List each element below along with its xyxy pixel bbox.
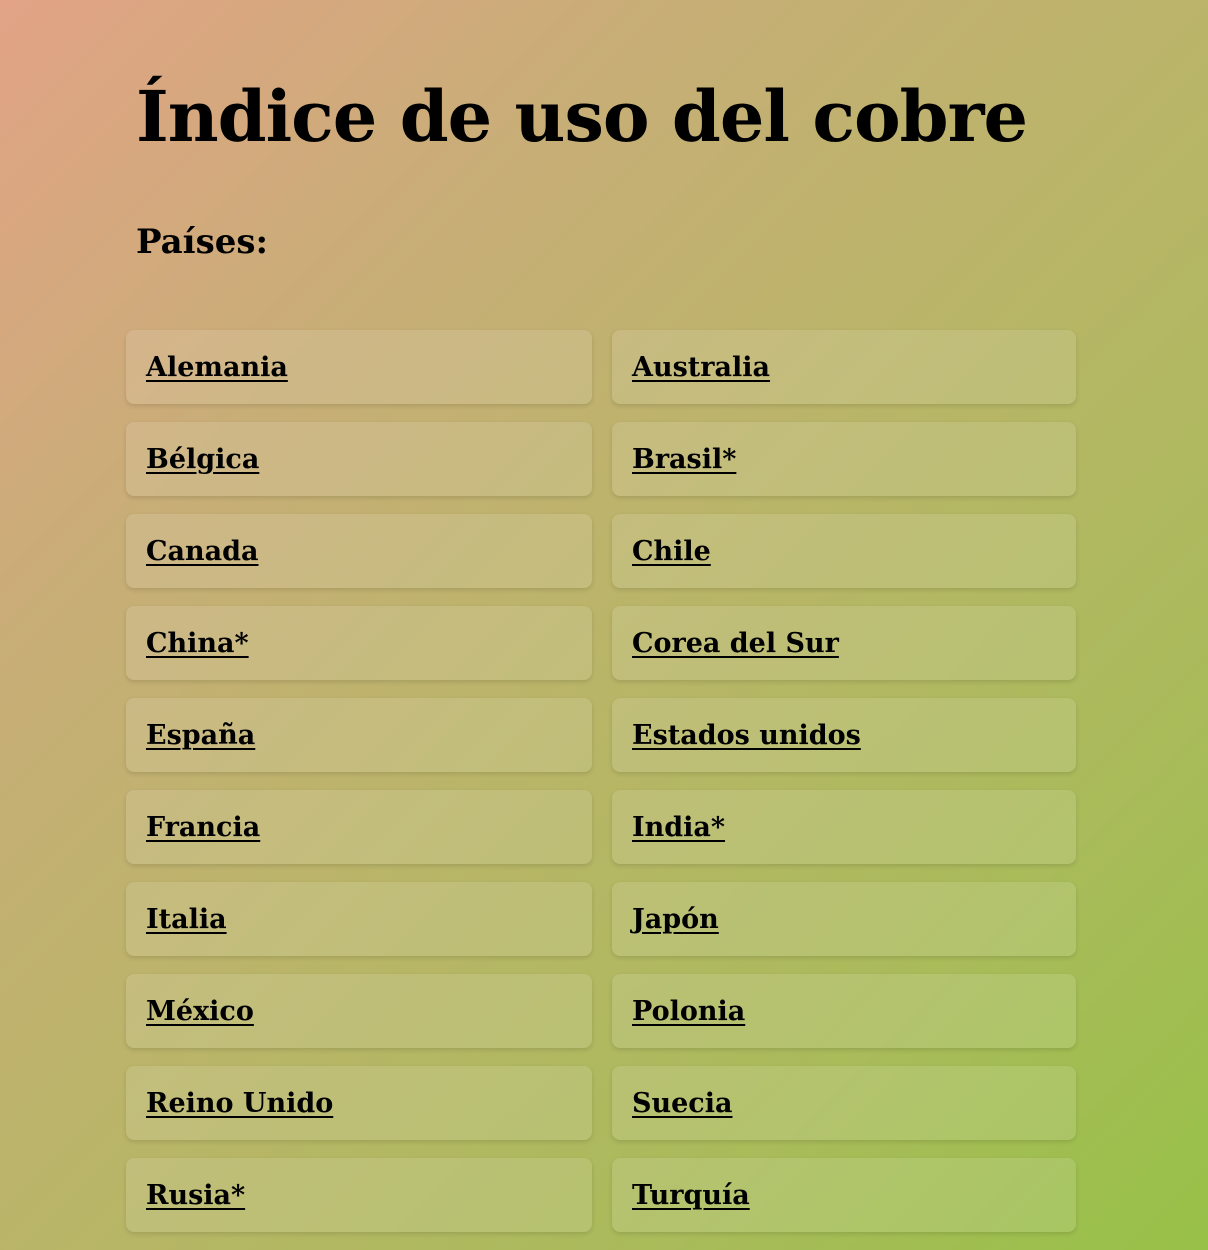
country-link-rusia[interactable]: Rusia*: [146, 1180, 245, 1211]
country-card-polonia[interactable]: Polonia: [612, 974, 1076, 1048]
country-link-india[interactable]: India*: [632, 812, 725, 843]
country-link-reino-unido[interactable]: Reino Unido: [146, 1088, 333, 1119]
countries-grid: Alemania Australia Bélgica Brasil* Canad…: [126, 330, 1076, 1232]
country-card-mexico[interactable]: México: [126, 974, 592, 1048]
country-link-japon[interactable]: Japón: [632, 904, 719, 935]
country-card-turquia[interactable]: Turquía: [612, 1158, 1076, 1232]
country-link-corea-del-sur[interactable]: Corea del Sur: [632, 628, 839, 659]
country-card-italia[interactable]: Italia: [126, 882, 592, 956]
country-link-australia[interactable]: Australia: [632, 352, 770, 383]
country-link-francia[interactable]: Francia: [146, 812, 260, 843]
countries-heading: Países:: [136, 222, 269, 262]
country-card-chile[interactable]: Chile: [612, 514, 1076, 588]
country-link-italia[interactable]: Italia: [146, 904, 227, 935]
country-link-turquia[interactable]: Turquía: [632, 1180, 750, 1211]
country-link-espana[interactable]: España: [146, 720, 255, 751]
country-card-australia[interactable]: Australia: [612, 330, 1076, 404]
country-card-corea-del-sur[interactable]: Corea del Sur: [612, 606, 1076, 680]
country-card-india[interactable]: India*: [612, 790, 1076, 864]
country-link-alemania[interactable]: Alemania: [146, 352, 288, 383]
country-link-polonia[interactable]: Polonia: [632, 996, 745, 1027]
country-card-japon[interactable]: Japón: [612, 882, 1076, 956]
country-link-canada[interactable]: Canada: [146, 536, 258, 567]
page-title: Índice de uso del cobre: [136, 75, 1028, 158]
country-card-alemania[interactable]: Alemania: [126, 330, 592, 404]
country-link-belgica[interactable]: Bélgica: [146, 444, 259, 475]
country-card-suecia[interactable]: Suecia: [612, 1066, 1076, 1140]
country-link-brasil[interactable]: Brasil*: [632, 444, 736, 475]
country-card-rusia[interactable]: Rusia*: [126, 1158, 592, 1232]
country-link-mexico[interactable]: México: [146, 996, 254, 1027]
country-link-suecia[interactable]: Suecia: [632, 1088, 733, 1119]
country-card-canada[interactable]: Canada: [126, 514, 592, 588]
country-link-estados-unidos[interactable]: Estados unidos: [632, 720, 861, 751]
country-card-belgica[interactable]: Bélgica: [126, 422, 592, 496]
country-card-estados-unidos[interactable]: Estados unidos: [612, 698, 1076, 772]
country-card-francia[interactable]: Francia: [126, 790, 592, 864]
country-link-china[interactable]: China*: [146, 628, 249, 659]
country-card-espana[interactable]: España: [126, 698, 592, 772]
country-card-brasil[interactable]: Brasil*: [612, 422, 1076, 496]
country-card-reino-unido[interactable]: Reino Unido: [126, 1066, 592, 1140]
country-link-chile[interactable]: Chile: [632, 536, 711, 567]
page: Índice de uso del cobre Países: Alemania…: [0, 0, 1208, 1250]
country-card-china[interactable]: China*: [126, 606, 592, 680]
